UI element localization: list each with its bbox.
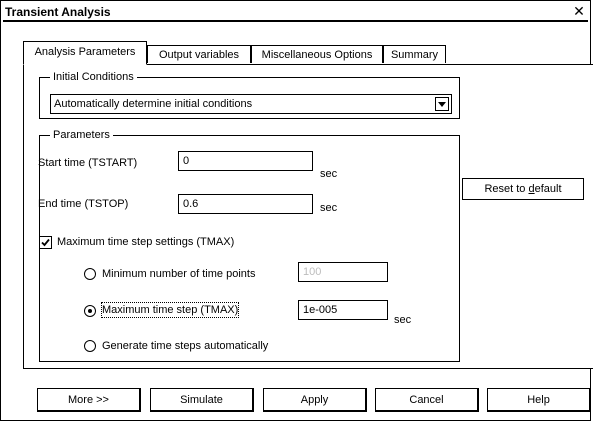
more-button[interactable]: More >> [37, 388, 141, 412]
help-button[interactable]: Help [487, 388, 591, 412]
start-time-unit: sec [320, 168, 338, 180]
tmax-settings-checkbox[interactable] [39, 236, 52, 249]
parameters-legend: Parameters [53, 129, 110, 141]
dialog-title: Transient Analysis [5, 5, 111, 19]
reset-label-start: Reset to [484, 183, 529, 195]
transient-analysis-dialog: Transient Analysis ✕ Analysis Parameters… [0, 0, 593, 421]
checkmark-icon [41, 238, 50, 247]
cancel-button[interactable]: Cancel [375, 388, 479, 412]
max-step-label: Maximum time step (TMAX) [100, 302, 240, 318]
reset-label-end: efault [534, 183, 562, 195]
tab-miscellaneous-options[interactable]: Miscellaneous Options [251, 45, 383, 63]
tab-summary[interactable]: Summary [383, 45, 446, 63]
min-points-input[interactable] [298, 262, 388, 282]
end-time-label: End time (TSTOP) [38, 198, 129, 210]
tab-label: Analysis Parameters [34, 46, 136, 58]
auto-steps-radio[interactable] [84, 340, 96, 352]
start-time-label: Start time (TSTART) [38, 157, 138, 169]
tab-label: Summary [390, 49, 439, 61]
tab-analysis-parameters[interactable]: Analysis Parameters [23, 41, 147, 65]
initial-conditions-value: Automatically determine initial conditio… [54, 98, 253, 110]
chevron-down-icon[interactable] [435, 97, 449, 111]
simulate-button[interactable]: Simulate [150, 388, 254, 412]
max-step-input[interactable] [298, 300, 388, 320]
min-points-label: Minimum number of time points [102, 268, 256, 280]
tab-label: Miscellaneous Options [261, 49, 373, 61]
tmax-settings-label: Maximum time step settings (TMAX) [57, 236, 235, 248]
tab-label: Output variables [158, 49, 240, 61]
apply-button[interactable]: Apply [263, 388, 367, 412]
initial-conditions-select[interactable]: Automatically determine initial conditio… [50, 94, 452, 114]
reset-to-default-button[interactable]: Reset to default [462, 178, 584, 200]
tab-output-variables[interactable]: Output variables [147, 45, 251, 63]
max-step-unit: sec [394, 314, 412, 326]
start-time-input[interactable] [178, 151, 313, 171]
max-step-radio[interactable] [84, 305, 96, 317]
close-icon[interactable]: ✕ [571, 4, 587, 20]
auto-steps-label: Generate time steps automatically [102, 340, 269, 352]
analysis-parameters-panel: Initial Conditions Automatically determi… [23, 64, 593, 369]
end-time-unit: sec [320, 202, 338, 214]
initial-conditions-legend: Initial Conditions [53, 71, 134, 83]
min-points-radio[interactable] [84, 268, 96, 280]
end-time-input[interactable] [178, 194, 313, 214]
title-bar: Transient Analysis ✕ [3, 4, 588, 22]
